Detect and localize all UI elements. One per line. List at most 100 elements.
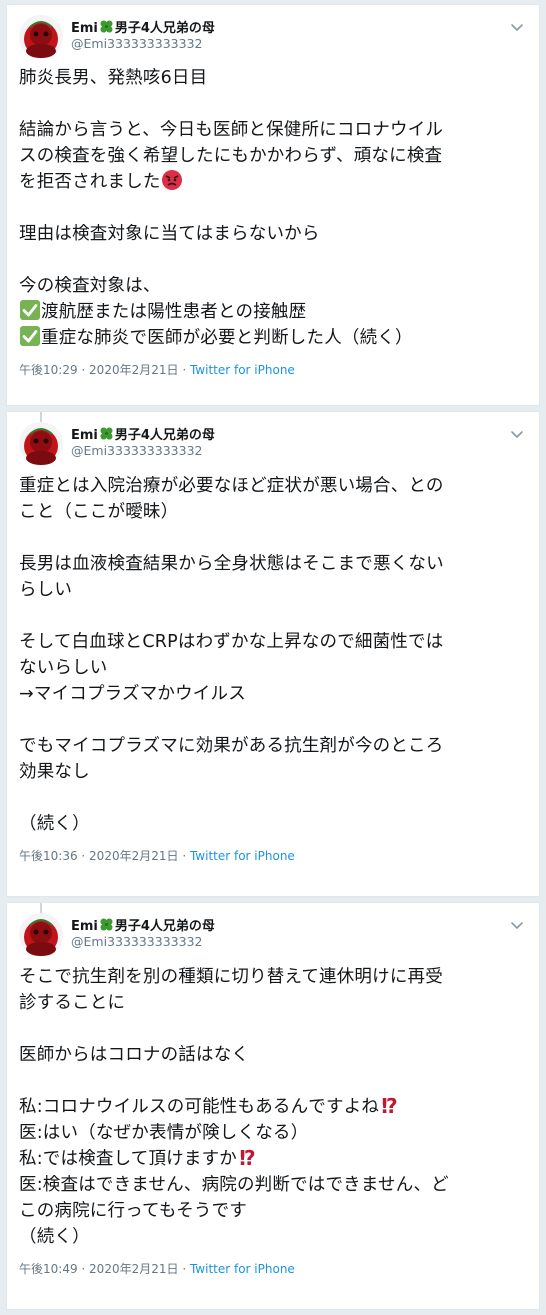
text-line: 重症とは入院治療が必要なほど症状が悪い場合、との [19, 473, 531, 499]
svg-text:?: ? [244, 1146, 256, 1168]
line-text: →マイコプラズマかウイルス [19, 684, 246, 704]
four-leaf-clover-icon [98, 918, 115, 934]
exclamation-question-mark-icon: !? [379, 1094, 401, 1117]
line-text: を拒否されました [19, 172, 161, 192]
line-text: 今の検査対象は、 [19, 276, 161, 296]
text-line: →マイコプラズマかウイルス [19, 681, 531, 707]
tweet-metadata: 午後10:49 · 2020年2月21日 · Twitter for iPhon… [19, 1260, 295, 1277]
line-text: 診することに [19, 993, 126, 1013]
text-line: （続く） [19, 1224, 531, 1250]
avatar[interactable] [19, 422, 63, 466]
text-line: 理由は検査対象に当てはまらないから [19, 221, 531, 247]
thread-connector-line [40, 412, 42, 422]
check-mark-button-icon [19, 326, 41, 348]
line-text: 私:コロナウイルスの可能性もあるんですよね [19, 1097, 380, 1117]
line-text: 長男は血液検査結果から全身状態はそこまで悪くない [19, 554, 444, 574]
line-text: でもマイコプラズマに効果がある抗生剤が今のところ [19, 736, 444, 756]
svg-text:?: ? [386, 1094, 398, 1116]
tweet-time[interactable]: 午後10:36 [19, 849, 78, 863]
meta-separator: · [178, 1262, 190, 1276]
check-mark-button-icon [19, 300, 41, 322]
avatar[interactable] [19, 15, 63, 59]
meta-separator: · [77, 1262, 90, 1276]
text-line: 私:コロナウイルスの可能性もあるんですよね!? [19, 1094, 531, 1120]
text-line: スの検査を強く希望したにもかかわらず、頑なに検査 [19, 143, 531, 169]
line-text: 重症な肺炎で医師が必要と判断した人（続く） [41, 328, 413, 348]
chevron-down-icon[interactable] [509, 917, 525, 930]
tweet-date[interactable]: 2020年2月21日 [89, 1262, 178, 1276]
tweet-text: 重症とは入院治療が必要なほど症状が悪い場合、との こと（ここが曖昧） 長男は血液検査… [19, 473, 531, 837]
line-text: （続く） [19, 1227, 90, 1247]
avatar[interactable] [19, 913, 63, 957]
tweet-date[interactable]: 2020年2月21日 [89, 849, 178, 863]
text-line: 肺炎長男、発熱咳6日目 [19, 65, 531, 91]
tweet-time[interactable]: 午後10:49 [19, 1262, 78, 1276]
text-line: 結論から言うと、今日も医師と保健所にコロナウイル [19, 117, 531, 143]
text-line: そこで抗生剤を別の種類に切り替えて連休明けに再受 [19, 964, 531, 990]
line-text: （続く） [19, 814, 90, 834]
text-line: 医:検査はできません、病院の判断ではできません、ど [19, 1172, 531, 1198]
tweet-text: 肺炎長男、発熱咳6日目結論から言うと、今日も医師と保健所にコロナウイル スの検査を… [19, 65, 531, 351]
tweet-time[interactable]: 午後10:29 [19, 363, 78, 377]
display-name-suffix: 男子4人兄弟の母 [114, 919, 215, 934]
display-name[interactable]: Emi 男子4人兄弟の母 [71, 915, 215, 934]
tweet-date[interactable]: 2020年2月21日 [89, 363, 178, 377]
text-line: 私:では検査して頂けますか!? [19, 1146, 531, 1172]
text-line: らしい [19, 577, 531, 603]
four-leaf-clover-icon [98, 427, 115, 443]
tweet-card[interactable]: Emi 男子4人兄弟の母 @Emi333333333332 そこで抗生剤を別の種類に切… [6, 902, 540, 1310]
line-text: そして白血球とCRPはわずかな上昇なので細菌性では [19, 632, 444, 652]
line-text: 肺炎長男、発熱咳6日目 [19, 68, 208, 88]
line-text: スの検査を強く希望したにもかかわらず、頑なに検査 [19, 146, 443, 166]
angry-face-icon [161, 170, 183, 192]
text-line: こと（ここが曖昧） [19, 499, 531, 525]
line-text: 結論から言うと、今日も医師と保健所にコロナウイル [19, 120, 444, 140]
display-name-suffix: 男子4人兄弟の母 [114, 428, 215, 443]
display-name[interactable]: Emi 男子4人兄弟の母 [71, 17, 215, 36]
line-text: 医:はい（なぜか表情が険しくなる） [19, 1123, 309, 1143]
line-text: 効果なし [19, 762, 90, 782]
tweet-source-link[interactable]: Twitter for iPhone [190, 849, 295, 863]
display-name-suffix: 男子4人兄弟の母 [114, 21, 215, 36]
chevron-down-icon[interactable] [509, 426, 525, 439]
text-line: ないらしい [19, 655, 531, 681]
chevron-down-icon[interactable] [509, 19, 525, 32]
tweet-metadata: 午後10:29 · 2020年2月21日 · Twitter for iPhon… [19, 361, 295, 378]
user-handle[interactable]: @Emi333333333332 [71, 443, 202, 458]
meta-separator: · [178, 363, 190, 377]
text-line: 重症な肺炎で医師が必要と判断した人（続く） [19, 325, 531, 351]
exclamation-question-mark-icon: !? [237, 1146, 259, 1169]
user-handle[interactable]: @Emi333333333332 [71, 934, 202, 949]
display-name-text: Emi [71, 428, 98, 443]
text-line: 効果なし [19, 759, 531, 785]
line-text: 私:では検査して頂けますか [19, 1149, 237, 1169]
line-text: らしい [19, 580, 73, 600]
tweet-source-link[interactable]: Twitter for iPhone [190, 363, 295, 377]
text-line: でもマイコプラズマに効果がある抗生剤が今のところ [19, 733, 531, 759]
tweet-card[interactable]: Emi 男子4人兄弟の母 @Emi333333333332 肺炎長男、発熱咳6日目結論… [6, 4, 540, 406]
meta-separator: · [77, 849, 90, 863]
display-name[interactable]: Emi 男子4人兄弟の母 [71, 424, 215, 443]
tweet-source-link[interactable]: Twitter for iPhone [190, 1262, 295, 1276]
text-line: （続く） [19, 811, 531, 837]
line-text: 医師からはコロナの話はなく [19, 1045, 250, 1065]
text-line: 渡航歴または陽性患者との接触歴 [19, 299, 531, 325]
line-text: そこで抗生剤を別の種類に切り替えて連休明けに再受 [19, 967, 443, 987]
tweet-text: そこで抗生剤を別の種類に切り替えて連休明けに再受 診することに医師からはコロナの話… [19, 964, 531, 1250]
text-line: 今の検査対象は、 [19, 273, 531, 299]
line-text: 渡航歴または陽性患者との接触歴 [41, 302, 307, 322]
tweet-card[interactable]: Emi 男子4人兄弟の母 @Emi333333333332 重症とは入院治療が必要なほ… [6, 411, 540, 897]
four-leaf-clover-icon [98, 20, 115, 36]
text-line: 診することに [19, 990, 531, 1016]
line-text: 理由は検査対象に当てはまらないから [19, 224, 320, 244]
text-line: を拒否されました [19, 169, 531, 195]
line-text: 医:検査はできません、病院の判断ではできません、ど [19, 1175, 449, 1195]
line-text: ないらしい [19, 658, 108, 678]
text-line: そして白血球とCRPはわずかな上昇なので細菌性では [19, 629, 531, 655]
user-handle[interactable]: @Emi333333333332 [71, 36, 202, 51]
text-line: 長男は血液検査結果から全身状態はそこまで悪くない [19, 551, 531, 577]
